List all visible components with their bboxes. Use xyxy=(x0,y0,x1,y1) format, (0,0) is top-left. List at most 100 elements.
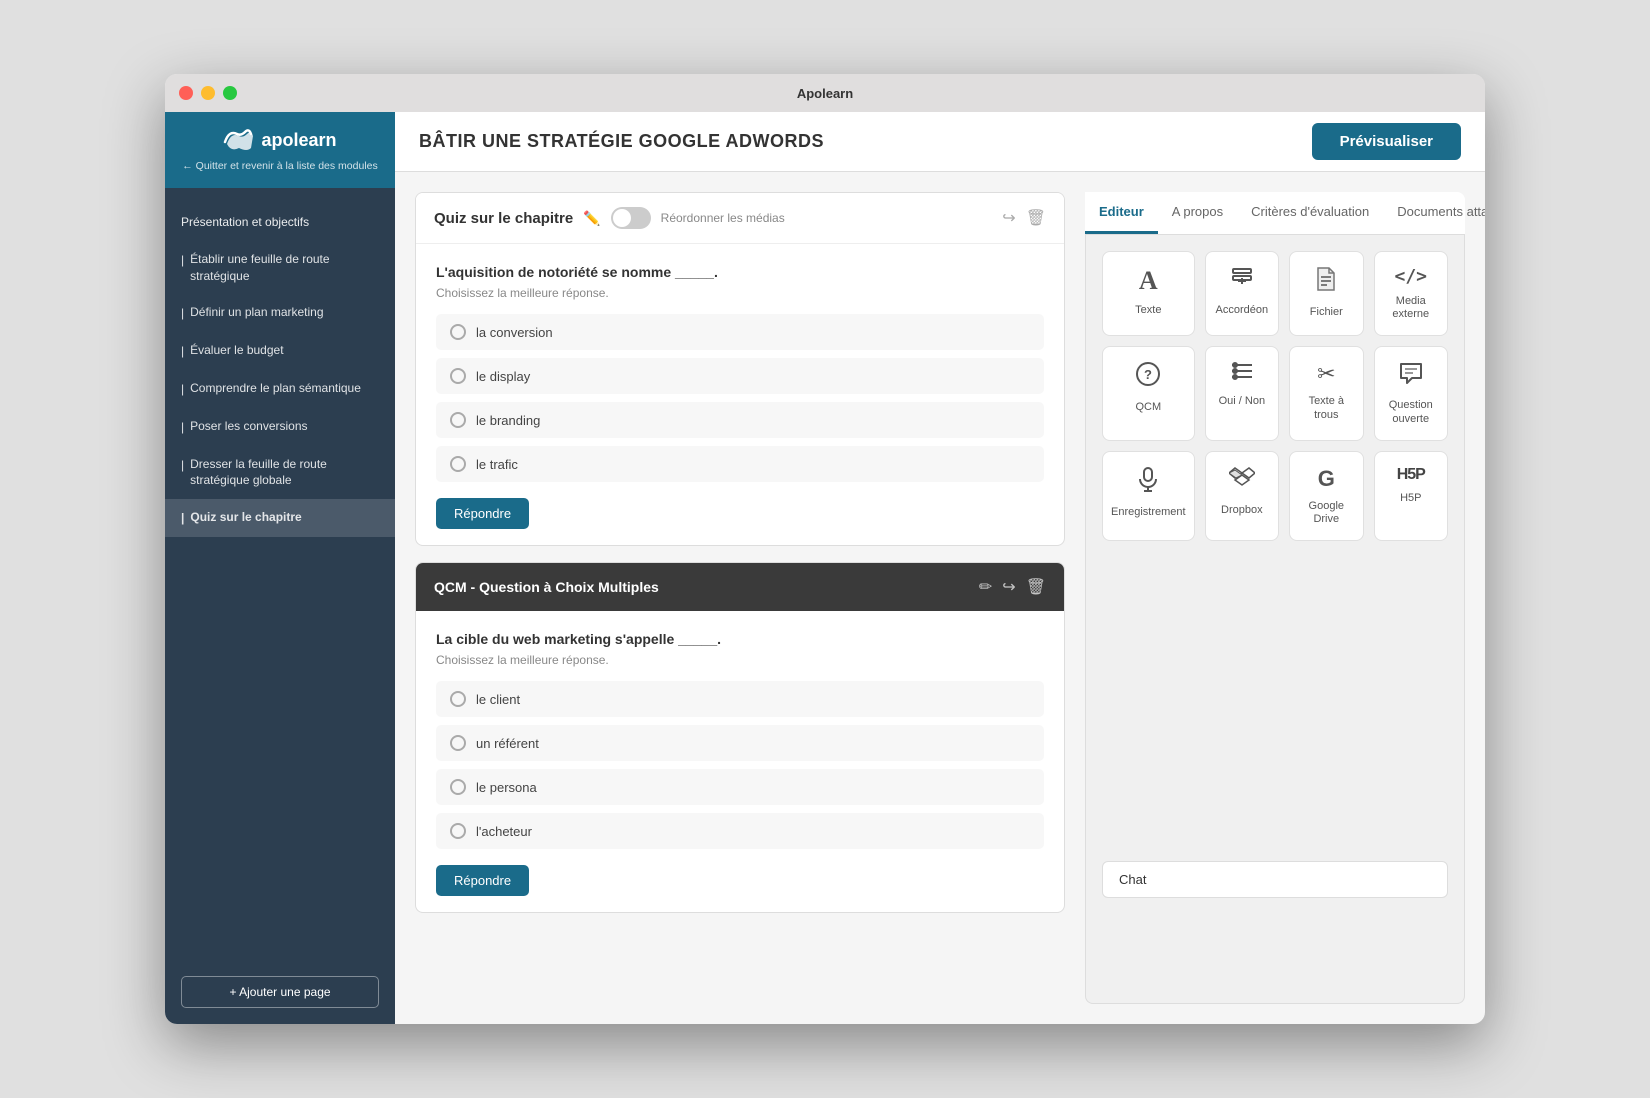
radio-icon xyxy=(450,456,466,472)
content-item-dropbox[interactable]: Dropbox xyxy=(1205,451,1279,541)
svg-text:?: ? xyxy=(1144,367,1152,382)
titlebar: Apolearn xyxy=(165,74,1485,112)
content-item-accordeon[interactable]: Accordéon xyxy=(1205,251,1279,336)
quiz-card-1-header: Quiz sur le chapitre ✏️ Réordonner les m… xyxy=(416,193,1064,244)
minimize-button[interactable] xyxy=(201,86,215,100)
answer-button-2[interactable]: Répondre xyxy=(436,865,529,896)
content-item-texte-trous[interactable]: ✂ Texte à trous xyxy=(1289,346,1363,440)
content-item-texte[interactable]: A Texte xyxy=(1102,251,1195,336)
scissors-icon: ✂ xyxy=(1317,361,1335,387)
delete-icon[interactable]: 🗑 xyxy=(1026,208,1046,228)
back-link[interactable]: ← Quitter et revenir à la liste des modu… xyxy=(182,160,378,172)
answer-option-1-4[interactable]: le trafic xyxy=(436,446,1044,482)
sidebar-item-plan-semantique[interactable]: | Comprendre le plan sémantique xyxy=(165,370,395,408)
sidebar-item-label: Définir un plan marketing xyxy=(190,304,323,321)
question-1-text: L'aquisition de notoriété se nomme _____… xyxy=(436,264,1044,280)
tab-documents[interactable]: Documents attachés xyxy=(1383,192,1485,234)
dropbox-icon xyxy=(1229,466,1255,496)
answer-option-1-1[interactable]: la conversion xyxy=(436,314,1044,350)
answer-label: le display xyxy=(476,369,530,384)
question-2-text: La cible du web marketing s'appelle ____… xyxy=(436,631,1044,647)
answer-label: le persona xyxy=(476,780,537,795)
toggle-switch[interactable] xyxy=(611,207,651,229)
content-items-grid: A Texte xyxy=(1102,251,1448,541)
maximize-button[interactable] xyxy=(223,86,237,100)
quiz-card-1-header-left: Quiz sur le chapitre ✏️ Réordonner les m… xyxy=(434,207,785,229)
sidebar-item-budget[interactable]: | Évaluer le budget xyxy=(165,332,395,370)
edit-icon[interactable]: ✏️ xyxy=(583,210,600,227)
panel-tabs: Editeur A propos Critères d'évaluation D… xyxy=(1085,192,1465,235)
close-button[interactable] xyxy=(179,86,193,100)
sidebar-item-label: Évaluer le budget xyxy=(190,342,283,359)
share-icon[interactable]: ↪ xyxy=(1002,577,1015,597)
quiz-card-1: Quiz sur le chapitre ✏️ Réordonner les m… xyxy=(415,192,1065,546)
content-item-label-texte-trous: Texte à trous xyxy=(1298,395,1354,421)
microphone-icon xyxy=(1137,466,1159,498)
answer-button-1[interactable]: Répondre xyxy=(436,498,529,529)
bullet-icon: | xyxy=(181,510,184,527)
delete-icon[interactable]: 🗑 xyxy=(1026,577,1046,597)
radio-icon xyxy=(450,779,466,795)
tab-apropos[interactable]: A propos xyxy=(1158,192,1237,234)
content-item-qcm[interactable]: ? QCM xyxy=(1102,346,1195,440)
qcm-card: QCM - Question à Choix Multiples ✏ ↪ 🗑 L… xyxy=(415,562,1065,913)
qcm-card-header: QCM - Question à Choix Multiples ✏ ↪ 🗑 xyxy=(416,563,1064,611)
qcm-icon: ? xyxy=(1135,361,1161,393)
choose-text-2: Choisissez la meilleure réponse. xyxy=(436,653,1044,667)
sidebar-item-feuille-route[interactable]: | Établir une feuille de route stratégiq… xyxy=(165,241,395,295)
accordeon-icon xyxy=(1230,266,1254,296)
top-bar: BÂTIR UNE STRATÉGIE GOOGLE ADWORDS Prévi… xyxy=(395,112,1485,172)
answer-option-2-3[interactable]: le persona xyxy=(436,769,1044,805)
sidebar-item-label: Présentation et objectifs xyxy=(181,214,309,231)
logo-icon xyxy=(223,128,255,152)
app-body: apolearn ← Quitter et revenir à la liste… xyxy=(165,112,1485,1024)
answer-option-2-1[interactable]: le client xyxy=(436,681,1044,717)
reorder-label: Réordonner les médias xyxy=(661,211,785,225)
add-page-button[interactable]: + Ajouter une page xyxy=(181,976,379,1008)
h5p-icon: H5P xyxy=(1397,466,1425,484)
answer-option-2-4[interactable]: l'acheteur xyxy=(436,813,1044,849)
sidebar-item-quiz[interactable]: | Quiz sur le chapitre xyxy=(165,499,395,537)
bullet-icon: | xyxy=(181,252,184,269)
edit-icon[interactable]: ✏ xyxy=(979,577,992,597)
content-item-question-ouverte[interactable]: Question ouverte xyxy=(1374,346,1448,440)
answer-option-1-2[interactable]: le display xyxy=(436,358,1044,394)
tab-criteres[interactable]: Critères d'évaluation xyxy=(1237,192,1383,234)
answer-label: la conversion xyxy=(476,325,553,340)
card-actions-1: ↪ 🗑 xyxy=(1002,208,1046,228)
answer-label: le branding xyxy=(476,413,540,428)
oui-non-icon xyxy=(1230,361,1254,387)
main-content: BÂTIR UNE STRATÉGIE GOOGLE ADWORDS Prévi… xyxy=(395,112,1485,1024)
window-title: Apolearn xyxy=(797,86,853,101)
text-icon: A xyxy=(1139,266,1158,296)
chat-button[interactable]: Chat xyxy=(1102,861,1448,898)
content-item-fichier[interactable]: Fichier xyxy=(1289,251,1363,336)
content-item-enregistrement[interactable]: Enregistrement xyxy=(1102,451,1195,541)
tab-editeur[interactable]: Editeur xyxy=(1085,192,1158,234)
sidebar-item-feuille-route-globale[interactable]: | Dresser la feuille de route stratégiqu… xyxy=(165,446,395,500)
content-item-google-drive[interactable]: G Google Drive xyxy=(1289,451,1363,541)
answer-option-1-3[interactable]: le branding xyxy=(436,402,1044,438)
content-item-oui-non[interactable]: Oui / Non xyxy=(1205,346,1279,440)
answer-label: le trafic xyxy=(476,457,518,472)
content-item-label-h5p: H5P xyxy=(1400,492,1421,505)
sidebar-nav: Présentation et objectifs | Établir une … xyxy=(165,188,395,968)
right-panel: Editeur A propos Critères d'évaluation D… xyxy=(1085,192,1465,1004)
content-item-label-question-ouverte: Question ouverte xyxy=(1383,399,1439,425)
preview-button[interactable]: Prévisualiser xyxy=(1312,123,1461,160)
sidebar-item-plan-marketing[interactable]: | Définir un plan marketing xyxy=(165,294,395,332)
choose-text-1: Choisissez la meilleure réponse. xyxy=(436,286,1044,300)
share-icon[interactable]: ↪ xyxy=(1002,208,1015,228)
app-window: Apolearn apolearn ← Quitter et revenir à… xyxy=(165,74,1485,1024)
radio-icon xyxy=(450,823,466,839)
sidebar-item-conversions[interactable]: | Poser les conversions xyxy=(165,408,395,446)
sidebar-item-label: Poser les conversions xyxy=(190,418,307,435)
content-item-media-externe[interactable]: </> Media externe xyxy=(1374,251,1448,336)
answer-label: un référent xyxy=(476,736,539,751)
chat-bubble-icon xyxy=(1398,361,1424,391)
answer-option-2-2[interactable]: un référent xyxy=(436,725,1044,761)
content-item-h5p[interactable]: H5P H5P xyxy=(1374,451,1448,541)
sidebar-item-label: Dresser la feuille de route stratégique … xyxy=(190,456,379,490)
google-drive-icon: G xyxy=(1318,466,1335,492)
sidebar-item-presentation[interactable]: Présentation et objectifs xyxy=(165,204,395,241)
